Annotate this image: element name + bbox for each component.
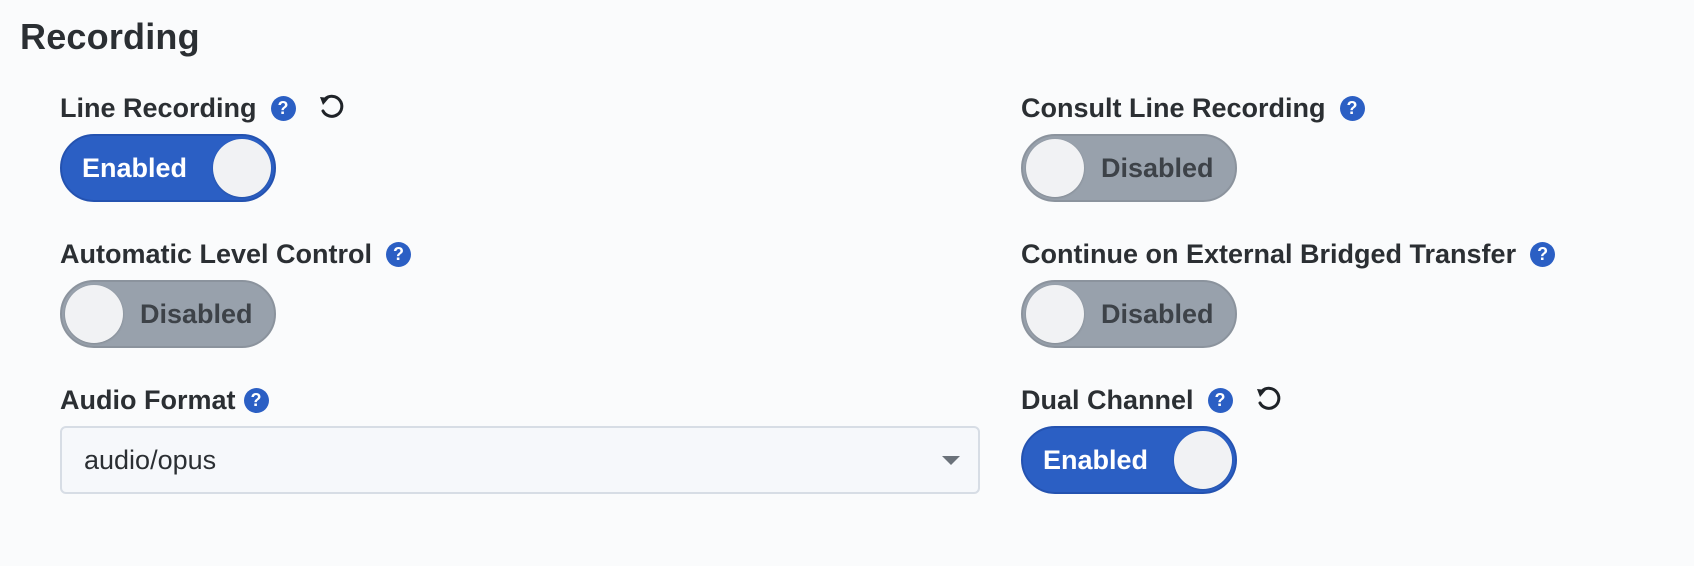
- continue-external-bridged-transfer-label: Continue on External Bridged Transfer: [1021, 238, 1517, 269]
- toggle-knob: [1026, 285, 1084, 343]
- field-label-row: Line Recording ?: [60, 88, 348, 128]
- section-title: Recording: [20, 16, 200, 57]
- help-icon[interactable]: ?: [1207, 387, 1233, 413]
- line-recording-label: Line Recording: [60, 92, 257, 123]
- automatic-level-control-label: Automatic Level Control: [60, 238, 373, 269]
- field-consult-line-recording: Consult Line Recording ? Disabled: [1021, 88, 1365, 202]
- audio-format-selected-value: audio/opus: [84, 445, 217, 475]
- toggle-state-label: Enabled: [82, 153, 188, 183]
- consult-line-recording-toggle[interactable]: Disabled: [1021, 134, 1237, 202]
- help-icon[interactable]: ?: [243, 387, 269, 413]
- toggle-knob: [213, 139, 271, 197]
- audio-format-label: Audio Format: [60, 384, 236, 415]
- consult-line-recording-label: Consult Line Recording: [1021, 92, 1326, 123]
- help-icon[interactable]: ?: [1339, 95, 1365, 121]
- audio-format-select[interactable]: audio/opus: [60, 426, 980, 494]
- toggle-state-label: Enabled: [1043, 445, 1149, 475]
- continue-external-bridged-transfer-toggle[interactable]: Disabled: [1021, 280, 1237, 348]
- field-automatic-level-control: Automatic Level Control ? Disabled: [60, 234, 412, 348]
- toggle-knob: [1026, 139, 1084, 197]
- toggle-state-label: Disabled: [1101, 153, 1214, 183]
- caret-down-icon: [942, 456, 960, 465]
- field-audio-format: Audio Format ? audio/opus: [60, 380, 980, 494]
- toggle-knob: [1174, 431, 1232, 489]
- line-recording-toggle[interactable]: Enabled: [60, 134, 276, 202]
- reset-icon[interactable]: [316, 92, 348, 124]
- toggle-knob: [65, 285, 123, 343]
- dual-channel-label: Dual Channel: [1021, 384, 1194, 415]
- toggle-state-label: Disabled: [1101, 299, 1214, 329]
- field-dual-channel: Dual Channel ? Enabled: [1021, 380, 1285, 494]
- field-label-row: Consult Line Recording ?: [1021, 88, 1365, 128]
- field-label-row: Audio Format ?: [60, 380, 269, 420]
- field-continue-external-bridged-transfer: Continue on External Bridged Transfer ? …: [1021, 234, 1556, 348]
- field-label-row: Automatic Level Control ?: [60, 234, 412, 274]
- field-line-recording: Line Recording ? Enabled: [60, 88, 348, 202]
- field-label-row: Continue on External Bridged Transfer ?: [1021, 234, 1556, 274]
- toggle-state-label: Disabled: [140, 299, 253, 329]
- help-icon[interactable]: ?: [270, 95, 296, 121]
- help-icon[interactable]: ?: [386, 241, 412, 267]
- automatic-level-control-toggle[interactable]: Disabled: [60, 280, 276, 348]
- help-icon[interactable]: ?: [1530, 241, 1556, 267]
- field-label-row: Dual Channel ?: [1021, 380, 1285, 420]
- dual-channel-toggle[interactable]: Enabled: [1021, 426, 1237, 494]
- reset-icon[interactable]: [1253, 384, 1285, 416]
